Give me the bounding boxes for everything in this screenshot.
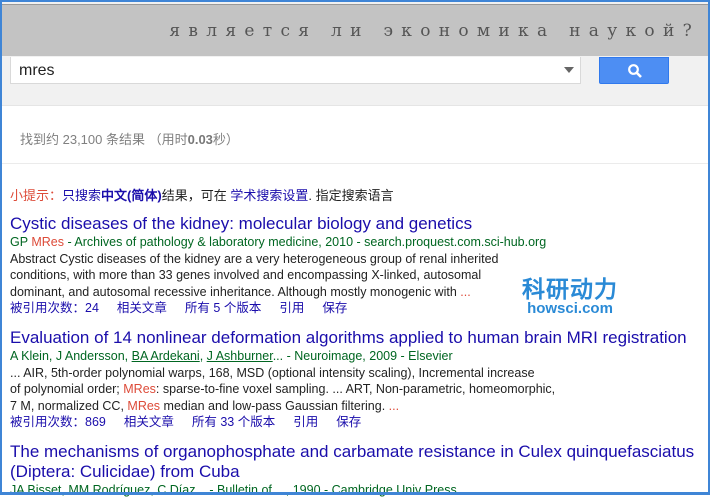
versions-link[interactable]: 所有 33 个版本 bbox=[192, 415, 275, 429]
watermark-logo: 科研动力 howsci.com bbox=[522, 276, 618, 317]
lang-link[interactable]: 中文(简体) bbox=[101, 188, 162, 203]
search-button[interactable] bbox=[599, 57, 669, 84]
only-search-link[interactable]: 只搜索 bbox=[62, 188, 101, 203]
related-articles-link[interactable]: 相关文章 bbox=[124, 415, 174, 429]
result-stats: 找到约 23,100 条结果 （用时0.03秒） bbox=[20, 132, 239, 147]
cite-link[interactable]: 引用 bbox=[293, 415, 318, 429]
banner-text: является ли экономика наукой? bbox=[169, 21, 700, 41]
author-link[interactable]: J Ashburner bbox=[207, 349, 273, 363]
tip-label: 小提示： bbox=[10, 188, 63, 203]
banner-overlay: является ли экономика наукой? bbox=[2, 4, 708, 56]
cited-by-link[interactable]: 被引用次数：24 bbox=[10, 301, 99, 315]
result-meta: GP MRes - Archives of pathology & labora… bbox=[10, 235, 547, 249]
result-meta: A Klein, J Andersson, BA Ardekani, J Ash… bbox=[10, 349, 453, 363]
related-articles-link[interactable]: 相关文章 bbox=[117, 301, 167, 315]
tip-text: 结果，可在 bbox=[161, 188, 231, 203]
save-link[interactable]: 保存 bbox=[336, 415, 361, 429]
search-input[interactable]: mres bbox=[10, 57, 581, 84]
search-icon bbox=[628, 64, 642, 78]
result-title-link[interactable]: The mechanisms of organophosphate and ca… bbox=[10, 442, 700, 482]
result-title-link[interactable]: Cystic diseases of the kidney: molecular… bbox=[10, 214, 546, 234]
dropdown-caret-icon[interactable] bbox=[564, 67, 574, 73]
author-link[interactable]: BA Ardekani bbox=[132, 349, 200, 363]
tip-text: . 指定搜索语言 bbox=[308, 188, 394, 203]
search-result: Cystic diseases of the kidney: molecular… bbox=[10, 214, 546, 317]
divider bbox=[2, 163, 708, 164]
result-meta: JA Bisset, MM Rodríguez, C Díaz... - Bul… bbox=[10, 483, 457, 497]
search-result: Evaluation of 14 nonlinear deformation a… bbox=[10, 328, 687, 431]
result-snippet: ... AIR, 5th-order polynomial warps, 168… bbox=[10, 365, 556, 413]
search-result: The mechanisms of organophosphate and ca… bbox=[10, 442, 700, 499]
scholar-settings-link[interactable]: 学术搜索设置 bbox=[230, 188, 308, 203]
save-link[interactable]: 保存 bbox=[322, 301, 347, 315]
language-tip: 小提示：只搜索中文(简体)结果，可在 学术搜索设置. 指定搜索语言 bbox=[10, 185, 394, 204]
search-query: mres bbox=[19, 62, 55, 79]
cited-by-link[interactable]: 被引用次数：869 bbox=[10, 415, 106, 429]
result-title-link[interactable]: Evaluation of 14 nonlinear deformation a… bbox=[10, 328, 687, 348]
cite-link[interactable]: 引用 bbox=[279, 301, 304, 315]
versions-link[interactable]: 所有 5 个版本 bbox=[185, 301, 261, 315]
result-snippet: Abstract Cystic diseases of the kidney a… bbox=[10, 251, 499, 299]
